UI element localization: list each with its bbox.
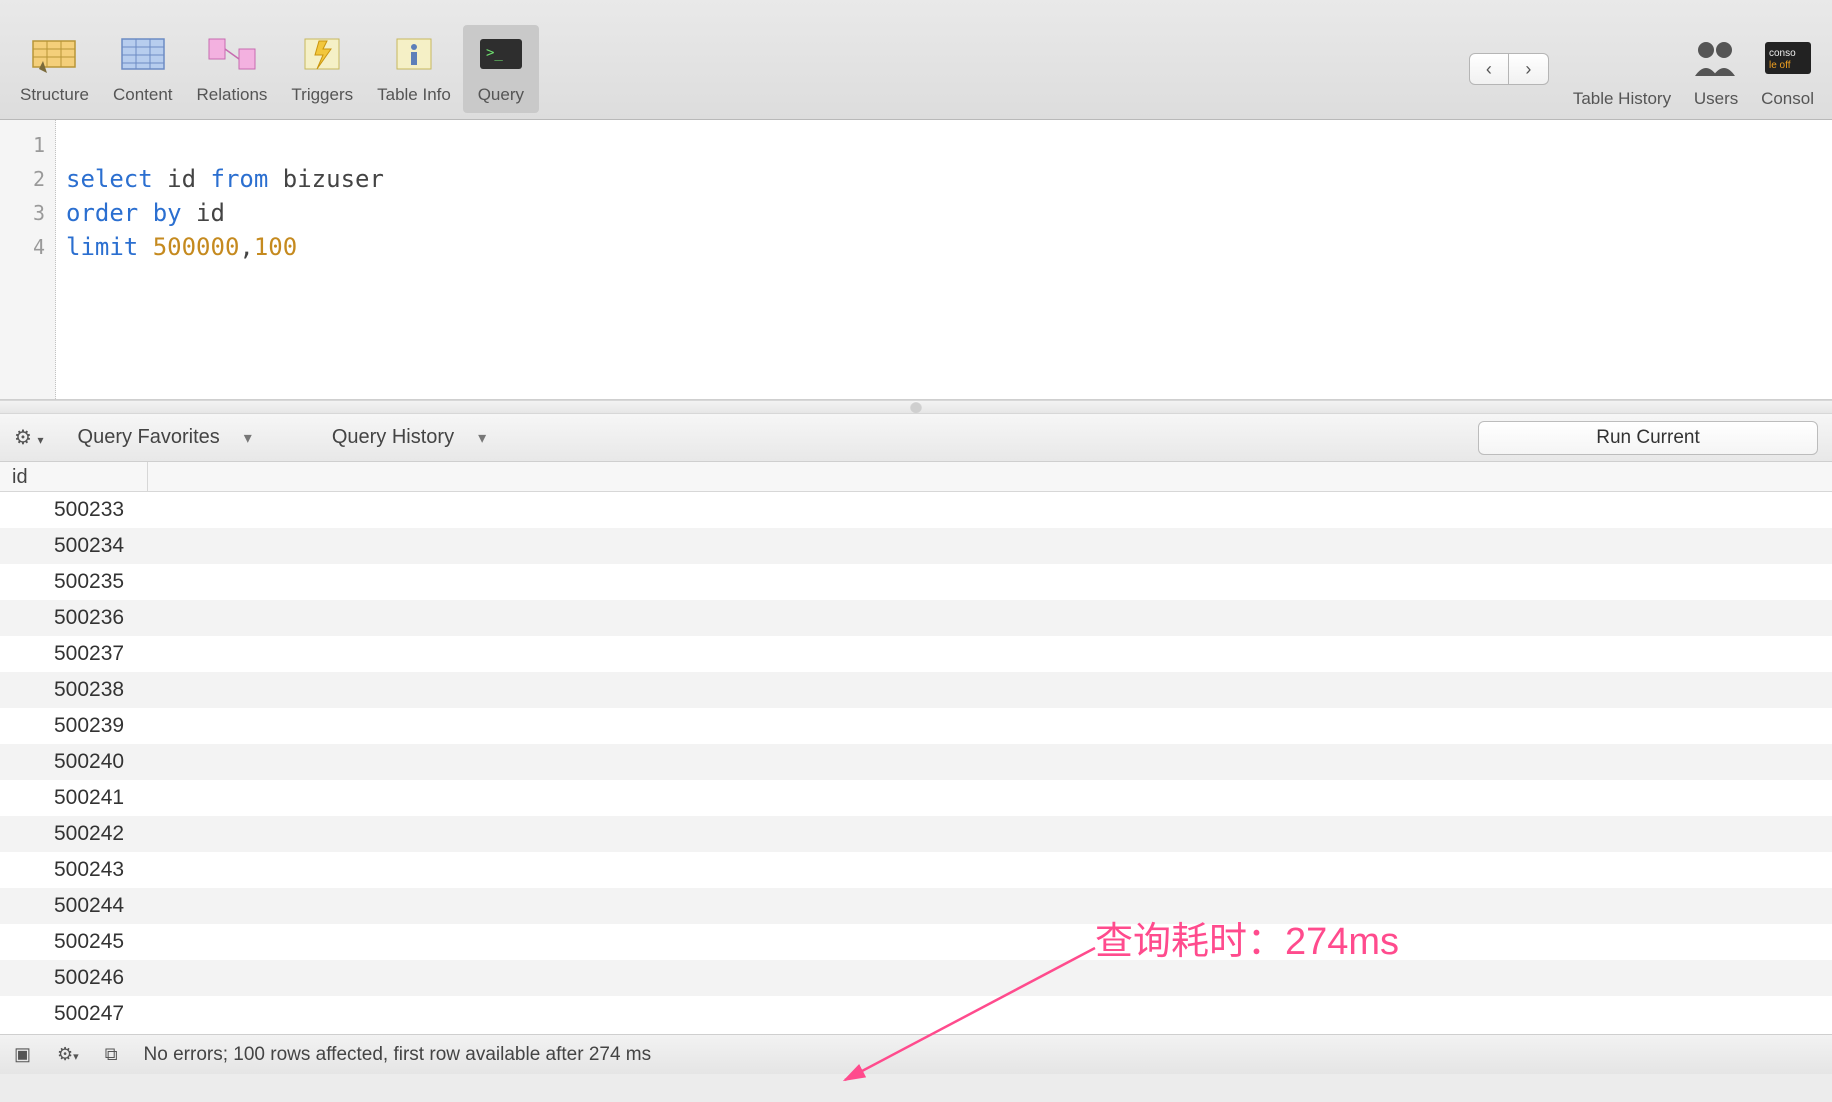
- table-row[interactable]: 500239: [0, 708, 1832, 744]
- query-favorites-label: Query Favorites: [78, 426, 220, 449]
- toolbar-label: Users: [1694, 89, 1738, 109]
- table-row[interactable]: 500234: [0, 528, 1832, 564]
- line-number: 4: [0, 230, 55, 264]
- code-line: [66, 128, 1822, 162]
- panel-toggle-icon[interactable]: ▣: [14, 1044, 31, 1065]
- split-handle[interactable]: [0, 400, 1832, 414]
- table-row[interactable]: 500233: [0, 492, 1832, 528]
- nav-forward-button[interactable]: ›: [1509, 53, 1549, 85]
- table-row[interactable]: 500243: [0, 852, 1832, 888]
- status-bar: ▣ ⚙︎▾ ⧉ No errors; 100 rows affected, fi…: [0, 1034, 1832, 1074]
- tab-triggers[interactable]: Triggers: [279, 25, 365, 113]
- table-row[interactable]: 500238: [0, 672, 1832, 708]
- svg-text:>_: >_: [486, 45, 503, 61]
- query-history-label: Query History: [332, 426, 454, 449]
- code-line: select id from bizuser: [66, 162, 1822, 196]
- grip-icon: [910, 401, 922, 413]
- tab-label: Query: [478, 85, 524, 105]
- code-area[interactable]: select id from bizuserorder by idlimit 5…: [56, 120, 1832, 399]
- toolbar-right: ‹ › Table History Users console off Consol: [1469, 33, 1824, 113]
- gear-icon[interactable]: ⚙︎ ▾: [14, 425, 44, 450]
- table-row[interactable]: 500242: [0, 816, 1832, 852]
- table-row[interactable]: 500246: [0, 960, 1832, 996]
- line-number: 2: [0, 162, 55, 196]
- main-toolbar: Structure Content Relations Triggers Table I…: [0, 0, 1832, 120]
- users-icon: [1691, 37, 1741, 79]
- chevron-down-icon: ▾: [478, 428, 486, 448]
- tab-label: Triggers: [291, 85, 353, 105]
- query-icon: >_: [475, 33, 527, 75]
- status-text: No errors; 100 rows affected, first row …: [144, 1044, 652, 1066]
- nav-arrow-group: ‹ ›: [1469, 53, 1549, 85]
- table-row[interactable]: 500236: [0, 600, 1832, 636]
- copy-icon[interactable]: ⧉: [105, 1044, 118, 1065]
- tab-label: Table Info: [377, 85, 451, 105]
- line-number-gutter: 1234: [0, 120, 56, 399]
- table-row[interactable]: 500245: [0, 924, 1832, 960]
- tab-relations[interactable]: Relations: [185, 25, 280, 113]
- structure-icon: [28, 33, 80, 75]
- table-row[interactable]: 500241: [0, 780, 1832, 816]
- table-row[interactable]: 500244: [0, 888, 1832, 924]
- svg-text:le off: le off: [1769, 60, 1791, 71]
- table-history-icon: [1597, 37, 1647, 79]
- table-row[interactable]: 500240: [0, 744, 1832, 780]
- code-line: limit 500000,100: [66, 230, 1822, 264]
- tab-label: Relations: [197, 85, 268, 105]
- tab-tableinfo[interactable]: Table Info: [365, 25, 463, 113]
- annotation-label: 查询耗时：274ms: [1095, 910, 1399, 965]
- triggers-icon: [296, 33, 348, 75]
- table-row[interactable]: 500237: [0, 636, 1832, 672]
- column-header-id[interactable]: id: [0, 462, 148, 491]
- table-row[interactable]: 500235: [0, 564, 1832, 600]
- tableinfo-icon: [388, 33, 440, 75]
- toolbar-label: Table History: [1573, 89, 1671, 109]
- toolbar-label: Consol: [1761, 89, 1814, 109]
- tab-label: Content: [113, 85, 173, 105]
- tab-query[interactable]: >_ Query: [463, 25, 539, 113]
- run-current-button[interactable]: Run Current: [1478, 421, 1818, 455]
- chevron-down-icon: ▾: [244, 428, 252, 448]
- code-line: order by id: [66, 196, 1822, 230]
- query-history-menu[interactable]: Query History ▾: [332, 426, 486, 449]
- content-icon: [117, 33, 169, 75]
- tab-label: Structure: [20, 85, 89, 105]
- tab-group: Structure Content Relations Triggers Table I…: [8, 25, 539, 113]
- toolbar-users-button[interactable]: Users: [1681, 33, 1751, 113]
- line-number: 1: [0, 128, 55, 162]
- table-header: id: [0, 462, 1832, 492]
- relations-icon: [206, 33, 258, 75]
- console-icon: console off: [1763, 37, 1813, 79]
- toolbar-console-button[interactable]: console off Consol: [1751, 33, 1824, 113]
- results-table: id 5002335002345002355002365002375002385…: [0, 462, 1832, 1034]
- tab-structure[interactable]: Structure: [8, 25, 101, 113]
- tab-content[interactable]: Content: [101, 25, 185, 113]
- query-toolbar: ⚙︎ ▾ Query Favorites ▾ Query History ▾ R…: [0, 414, 1832, 462]
- gear-icon[interactable]: ⚙︎▾: [57, 1044, 79, 1065]
- nav-back-button[interactable]: ‹: [1469, 53, 1509, 85]
- line-number: 3: [0, 196, 55, 230]
- toolbar-table-history-button[interactable]: Table History: [1563, 33, 1681, 113]
- svg-text:conso: conso: [1769, 48, 1796, 59]
- sql-editor[interactable]: 1234 select id from bizuserorder by idli…: [0, 120, 1832, 400]
- table-row[interactable]: 500247: [0, 996, 1832, 1032]
- query-favorites-menu[interactable]: Query Favorites ▾: [78, 426, 252, 449]
